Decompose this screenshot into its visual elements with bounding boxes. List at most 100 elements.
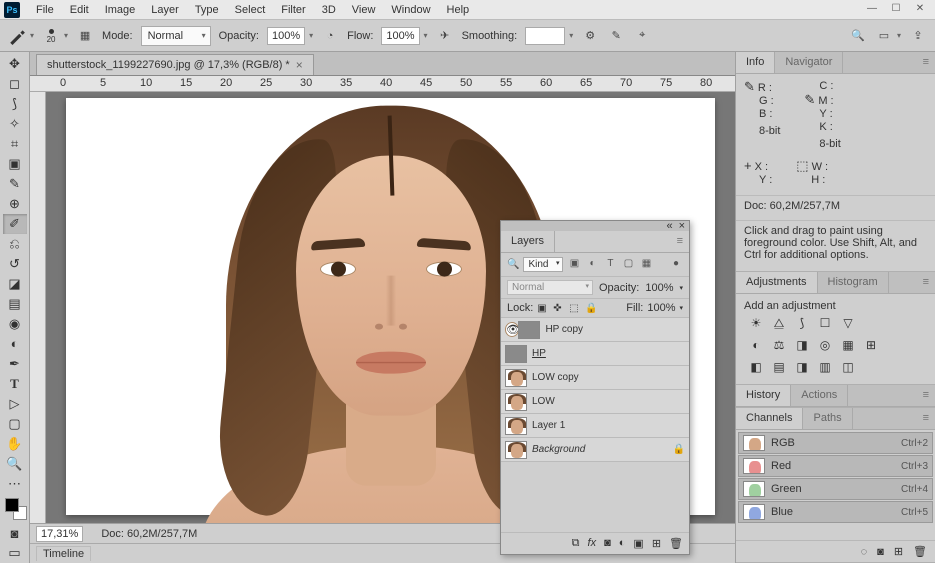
lock-pixels-icon[interactable]: ▣ (537, 303, 549, 314)
history-brush-tool[interactable]: ↺ (3, 254, 27, 274)
group-icon[interactable]: ▣ (633, 537, 643, 550)
menu-3d[interactable]: 3D (314, 2, 344, 18)
delete-channel-icon[interactable]: 🗑 (913, 545, 927, 558)
blend-mode-select[interactable]: Normal (141, 26, 211, 46)
levels-icon[interactable]: ⧋ (771, 315, 787, 331)
heal-tool[interactable]: ⊕ (3, 194, 27, 214)
dodge-tool[interactable]: ◐ (3, 334, 27, 354)
menu-type[interactable]: Type (187, 2, 227, 18)
layer-thumb[interactable] (505, 345, 527, 363)
chevron-down-icon[interactable]: ▾ (897, 31, 901, 40)
layer-row[interactable]: 👁HP (501, 342, 689, 366)
symmetry-icon[interactable]: ⌖ (633, 27, 651, 45)
gear-icon[interactable]: ⚙ (581, 27, 599, 45)
layers-panel[interactable]: «× Layers≡ 🔍 Kind ▣ ◐ T ▢ ▦ ● Normal Opa… (500, 220, 690, 555)
marquee-tool[interactable]: ◻ (3, 74, 27, 94)
frame-tool[interactable]: ▣ (3, 154, 27, 174)
share-icon[interactable]: ⇪ (909, 27, 927, 45)
menu-image[interactable]: Image (97, 2, 144, 18)
brush-tool[interactable]: ✐ (3, 214, 27, 234)
blend-mode-select[interactable]: Normal (507, 280, 593, 295)
chevron-down-icon[interactable]: ▾ (30, 31, 34, 40)
save-selection-icon[interactable]: ◙ (877, 546, 884, 558)
workspace-icon[interactable]: ▭ (875, 27, 893, 45)
link-layers-icon[interactable]: ⧉ (572, 537, 580, 550)
zoom-readout[interactable]: 17,31% (36, 526, 83, 542)
hand-tool[interactable]: ✋ (3, 434, 27, 454)
posterize-icon[interactable]: ▤ (771, 359, 787, 375)
lasso-tool[interactable]: ⟆ (3, 94, 27, 114)
filter-adjust-icon[interactable]: ◐ (585, 258, 599, 272)
tab-histogram[interactable]: Histogram (818, 272, 889, 293)
load-selection-icon[interactable]: ◌ (861, 546, 868, 558)
crop-tool[interactable]: ⌗ (3, 134, 27, 154)
brightness-icon[interactable]: ☀ (748, 315, 764, 331)
threshold-icon[interactable]: ◨ (794, 359, 810, 375)
layer-row[interactable]: 👁Background🔒 (501, 438, 689, 462)
tab-navigator[interactable]: Navigator (775, 52, 843, 73)
photo-filter-icon[interactable]: ◎ (817, 337, 833, 353)
menu-select[interactable]: Select (227, 2, 274, 18)
tab-paths[interactable]: Paths (803, 408, 852, 429)
screenmode-tool[interactable]: ▭ (3, 543, 27, 563)
hue-icon[interactable]: ◐ (748, 337, 764, 353)
filter-pixel-icon[interactable]: ▣ (567, 258, 581, 272)
mask-icon[interactable]: ◙ (604, 537, 611, 550)
layer-row[interactable]: 👁LOW (501, 390, 689, 414)
wand-tool[interactable]: ✧ (3, 114, 27, 134)
layer-row[interactable]: 👁LOW copy (501, 366, 689, 390)
layer-thumb[interactable] (505, 417, 527, 435)
airbrush-icon[interactable]: ✈ (436, 27, 454, 45)
path-tool[interactable]: ▷ (3, 394, 27, 414)
colorbal-icon[interactable]: ⚖ (771, 337, 787, 353)
new-layer-icon[interactable]: ⊞ (652, 537, 661, 550)
menu-layer[interactable]: Layer (143, 2, 187, 18)
eraser-tool[interactable]: ◪ (3, 274, 27, 294)
lock-all-icon[interactable]: 🔒 (585, 303, 597, 314)
pressure-opacity-icon[interactable]: ◔ (321, 27, 339, 45)
pen-tool[interactable]: ✒ (3, 354, 27, 374)
panel-menu-icon[interactable]: ≡ (917, 408, 935, 429)
filter-toggle-icon[interactable]: ● (669, 258, 683, 272)
curves-icon[interactable]: ⟆ (794, 315, 810, 331)
layer-row[interactable]: 👁⧉HP copy (501, 318, 689, 342)
pressure-size-icon[interactable]: ✎ (607, 27, 625, 45)
eyedropper-tool[interactable]: ✎ (3, 174, 27, 194)
layer-thumb[interactable] (505, 369, 527, 387)
window-minimize-button[interactable]: — (861, 3, 883, 17)
chevron-down-icon[interactable]: ▾ (569, 31, 573, 40)
panel-menu-icon[interactable]: ≡ (917, 52, 935, 73)
channel-row[interactable]: 👁GreenCtrl+4 (738, 478, 933, 500)
chevron-down-icon[interactable]: ▾ (309, 31, 313, 40)
stamp-tool[interactable]: ⎌ (3, 234, 27, 254)
layer-thumb[interactable] (505, 393, 527, 411)
tab-layers[interactable]: Layers (501, 231, 555, 252)
tab-history[interactable]: History (736, 385, 791, 406)
panel-menu-icon[interactable]: ≡ (671, 231, 689, 252)
layer-thumb[interactable] (505, 441, 527, 459)
filter-type-icon[interactable]: T (603, 258, 617, 272)
channel-mixer-icon[interactable]: ▦ (840, 337, 856, 353)
edit-toolbar[interactable]: ⋯ (3, 474, 27, 494)
type-tool[interactable]: T (3, 374, 27, 394)
menu-view[interactable]: View (344, 2, 384, 18)
tab-info[interactable]: Info (736, 52, 775, 73)
chevron-down-icon[interactable]: ▾ (424, 31, 428, 40)
opacity-input[interactable]: 100% (267, 27, 305, 45)
panel-menu-icon[interactable]: ≡ (917, 272, 935, 293)
zoom-tool[interactable]: 🔍 (3, 454, 27, 474)
window-close-button[interactable]: ✕ (909, 3, 931, 17)
delete-layer-icon[interactable]: 🗑 (669, 537, 683, 550)
channel-row[interactable]: 👁BlueCtrl+5 (738, 501, 933, 523)
menu-help[interactable]: Help (439, 2, 478, 18)
new-channel-icon[interactable]: ⊞ (894, 545, 903, 558)
channel-row[interactable]: 👁RedCtrl+3 (738, 455, 933, 477)
brush-panel-icon[interactable]: ▦ (76, 27, 94, 45)
flow-input[interactable]: 100% (381, 27, 419, 45)
shape-tool[interactable]: ▢ (3, 414, 27, 434)
tool-preset-icon[interactable] (8, 27, 26, 45)
blur-tool[interactable]: ◉ (3, 314, 27, 334)
lock-artboard-icon[interactable]: ⬚ (569, 303, 581, 314)
filter-kind-select[interactable]: Kind (523, 257, 563, 272)
document-tab[interactable]: shutterstock_1199227690.jpg @ 17,3% (RGB… (36, 54, 314, 75)
